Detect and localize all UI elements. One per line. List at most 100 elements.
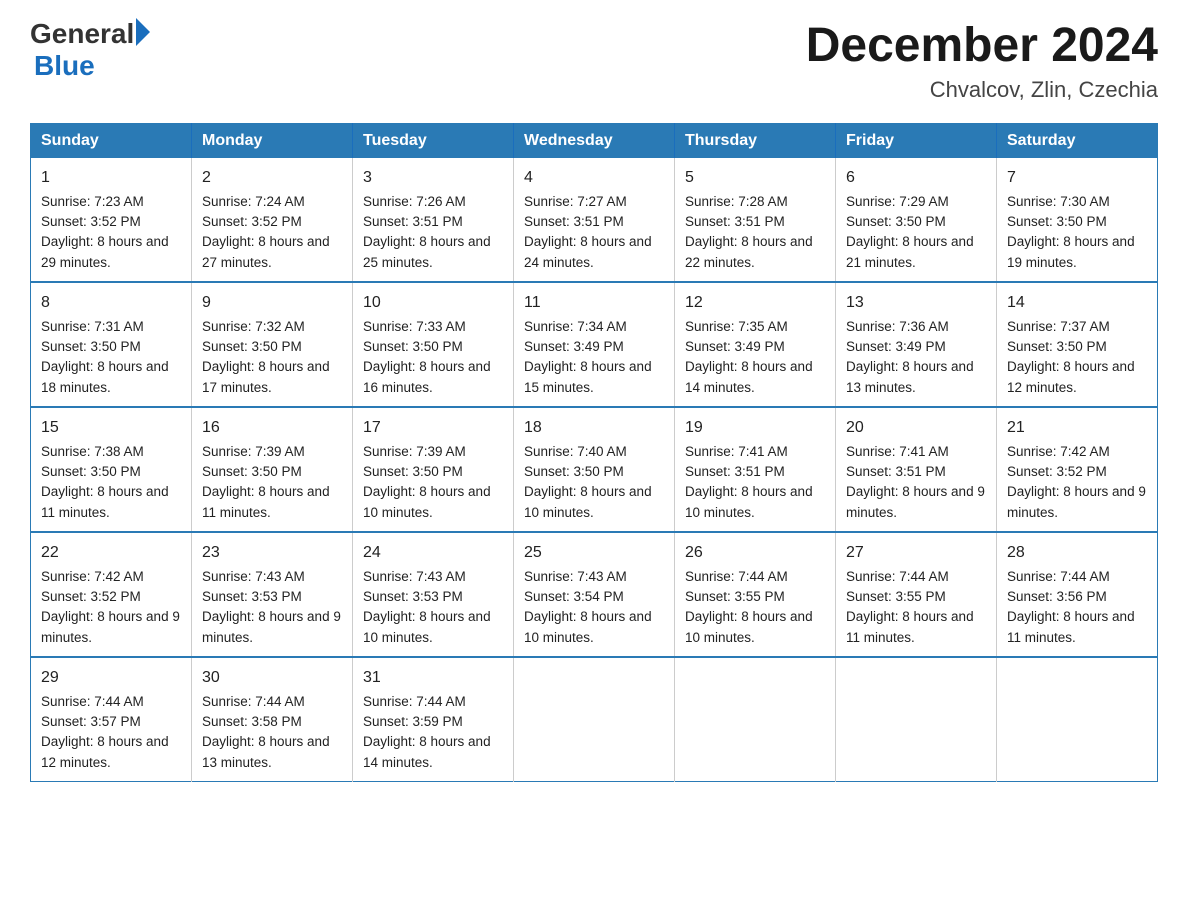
day-number: 29 bbox=[41, 666, 181, 690]
daylight-label: Daylight: 8 hours and 9 minutes. bbox=[1007, 484, 1146, 519]
calendar-cell bbox=[675, 657, 836, 782]
sunset-label: Sunset: 3:56 PM bbox=[1007, 589, 1107, 604]
calendar-cell: 26Sunrise: 7:44 AMSunset: 3:55 PMDayligh… bbox=[675, 532, 836, 657]
daylight-label: Daylight: 8 hours and 10 minutes. bbox=[363, 609, 491, 644]
sunset-label: Sunset: 3:50 PM bbox=[41, 464, 141, 479]
sunset-label: Sunset: 3:51 PM bbox=[685, 464, 785, 479]
sunset-label: Sunset: 3:50 PM bbox=[41, 339, 141, 354]
daylight-label: Daylight: 8 hours and 15 minutes. bbox=[524, 359, 652, 394]
calendar-header-wednesday: Wednesday bbox=[514, 123, 675, 158]
calendar-week-row: 1Sunrise: 7:23 AMSunset: 3:52 PMDaylight… bbox=[31, 158, 1158, 282]
calendar-cell: 25Sunrise: 7:43 AMSunset: 3:54 PMDayligh… bbox=[514, 532, 675, 657]
sunrise-label: Sunrise: 7:24 AM bbox=[202, 194, 305, 209]
calendar-week-row: 15 Sunrise: 7:38 AM Sunset: 3:50 PM Dayligh… bbox=[31, 407, 1158, 532]
sunrise-label: Sunrise: 7:28 AM bbox=[685, 194, 788, 209]
sunset-label: Sunset: 3:51 PM bbox=[363, 214, 463, 229]
sunset-label: Sunset: 3:49 PM bbox=[685, 339, 785, 354]
day-number: 21 bbox=[1007, 416, 1147, 440]
sunset-label: Sunset: 3:50 PM bbox=[363, 339, 463, 354]
day-number: 19 bbox=[685, 416, 825, 440]
sunset-label: Sunset: 3:50 PM bbox=[202, 339, 302, 354]
sunrise-label: Sunrise: 7:44 AM bbox=[41, 694, 144, 709]
calendar-cell: 12Sunrise: 7:35 AMSunset: 3:49 PMDayligh… bbox=[675, 282, 836, 407]
calendar-cell bbox=[836, 657, 997, 782]
calendar-cell: 27Sunrise: 7:44 AMSunset: 3:55 PMDayligh… bbox=[836, 532, 997, 657]
day-number: 16 bbox=[202, 416, 342, 440]
calendar-cell: 9Sunrise: 7:32 AMSunset: 3:50 PMDaylight… bbox=[192, 282, 353, 407]
sunrise-label: Sunrise: 7:33 AM bbox=[363, 319, 466, 334]
sunrise-label: Sunrise: 7:41 AM bbox=[685, 444, 788, 459]
day-number: 20 bbox=[846, 416, 986, 440]
sunrise-label: Sunrise: 7:43 AM bbox=[363, 569, 466, 584]
sunrise-label: Sunrise: 7:35 AM bbox=[685, 319, 788, 334]
daylight-label: Daylight: 8 hours and 29 minutes. bbox=[41, 234, 169, 269]
sunrise-label: Sunrise: 7:42 AM bbox=[1007, 444, 1110, 459]
logo-arrow-icon bbox=[136, 18, 150, 46]
calendar-cell: 19 Sunrise: 7:41 AM Sunset: 3:51 PM Dayligh… bbox=[675, 407, 836, 532]
day-number: 15 bbox=[41, 416, 181, 440]
sunset-label: Sunset: 3:52 PM bbox=[41, 589, 141, 604]
daylight-label: Daylight: 8 hours and 11 minutes. bbox=[41, 484, 169, 519]
logo-general-text: General bbox=[30, 20, 134, 48]
daylight-label: Daylight: 8 hours and 21 minutes. bbox=[846, 234, 974, 269]
sunset-label: Sunset: 3:50 PM bbox=[846, 214, 946, 229]
daylight-label: Daylight: 8 hours and 25 minutes. bbox=[363, 234, 491, 269]
day-number: 4 bbox=[524, 166, 664, 190]
calendar-cell: 14Sunrise: 7:37 AMSunset: 3:50 PMDayligh… bbox=[997, 282, 1158, 407]
sunset-label: Sunset: 3:55 PM bbox=[685, 589, 785, 604]
logo: General Blue bbox=[30, 20, 150, 82]
sunset-label: Sunset: 3:50 PM bbox=[524, 464, 624, 479]
sunset-label: Sunset: 3:52 PM bbox=[41, 214, 141, 229]
sunrise-label: Sunrise: 7:23 AM bbox=[41, 194, 144, 209]
sunrise-label: Sunrise: 7:26 AM bbox=[363, 194, 466, 209]
daylight-label: Daylight: 8 hours and 10 minutes. bbox=[685, 484, 813, 519]
day-number: 30 bbox=[202, 666, 342, 690]
daylight-label: Daylight: 8 hours and 19 minutes. bbox=[1007, 234, 1135, 269]
sunset-label: Sunset: 3:52 PM bbox=[202, 214, 302, 229]
calendar-cell: 29Sunrise: 7:44 AMSunset: 3:57 PMDayligh… bbox=[31, 657, 192, 782]
calendar-cell: 5Sunrise: 7:28 AMSunset: 3:51 PMDaylight… bbox=[675, 158, 836, 282]
sunrise-label: Sunrise: 7:36 AM bbox=[846, 319, 949, 334]
calendar-cell: 1Sunrise: 7:23 AMSunset: 3:52 PMDaylight… bbox=[31, 158, 192, 282]
calendar-header-friday: Friday bbox=[836, 123, 997, 158]
daylight-label: Daylight: 8 hours and 17 minutes. bbox=[202, 359, 330, 394]
day-number: 17 bbox=[363, 416, 503, 440]
daylight-label: Daylight: 8 hours and 11 minutes. bbox=[846, 609, 974, 644]
day-number: 10 bbox=[363, 291, 503, 315]
sunrise-label: Sunrise: 7:38 AM bbox=[41, 444, 144, 459]
calendar-cell: 22 Sunrise: 7:42 AM Sunset: 3:52 PM Dayligh… bbox=[31, 532, 192, 657]
sunrise-label: Sunrise: 7:40 AM bbox=[524, 444, 627, 459]
title-section: December 2024 Chvalcov, Zlin, Czechia bbox=[806, 20, 1158, 103]
daylight-label: Daylight: 8 hours and 9 minutes. bbox=[41, 609, 180, 644]
calendar-cell: 17Sunrise: 7:39 AMSunset: 3:50 PMDayligh… bbox=[353, 407, 514, 532]
calendar-cell: 11Sunrise: 7:34 AMSunset: 3:49 PMDayligh… bbox=[514, 282, 675, 407]
sunrise-label: Sunrise: 7:44 AM bbox=[685, 569, 788, 584]
sunrise-label: Sunrise: 7:37 AM bbox=[1007, 319, 1110, 334]
sunrise-label: Sunrise: 7:41 AM bbox=[846, 444, 949, 459]
calendar-cell: 2Sunrise: 7:24 AMSunset: 3:52 PMDaylight… bbox=[192, 158, 353, 282]
logo-blue-text: Blue bbox=[30, 50, 95, 82]
daylight-label: Daylight: 8 hours and 14 minutes. bbox=[685, 359, 813, 394]
day-number: 18 bbox=[524, 416, 664, 440]
calendar-cell: 31Sunrise: 7:44 AMSunset: 3:59 PMDayligh… bbox=[353, 657, 514, 782]
day-number: 24 bbox=[363, 541, 503, 565]
daylight-label: Daylight: 8 hours and 9 minutes. bbox=[846, 484, 985, 519]
sunrise-label: Sunrise: 7:39 AM bbox=[363, 444, 466, 459]
sunrise-label: Sunrise: 7:42 AM bbox=[41, 569, 144, 584]
daylight-label: Daylight: 8 hours and 22 minutes. bbox=[685, 234, 813, 269]
daylight-label: Daylight: 8 hours and 11 minutes. bbox=[1007, 609, 1135, 644]
sunset-label: Sunset: 3:50 PM bbox=[363, 464, 463, 479]
day-number: 22 bbox=[41, 541, 181, 565]
sunset-label: Sunset: 3:58 PM bbox=[202, 714, 302, 729]
calendar-cell: 18 Sunrise: 7:40 AM Sunset: 3:50 PM Dayligh… bbox=[514, 407, 675, 532]
daylight-label: Daylight: 8 hours and 13 minutes. bbox=[846, 359, 974, 394]
sunset-label: Sunset: 3:54 PM bbox=[524, 589, 624, 604]
daylight-label: Daylight: 8 hours and 10 minutes. bbox=[524, 484, 652, 519]
calendar-header-saturday: Saturday bbox=[997, 123, 1158, 158]
sunset-label: Sunset: 3:51 PM bbox=[524, 214, 624, 229]
daylight-label: Daylight: 8 hours and 16 minutes. bbox=[363, 359, 491, 394]
sunrise-label: Sunrise: 7:27 AM bbox=[524, 194, 627, 209]
sunrise-label: Sunrise: 7:44 AM bbox=[363, 694, 466, 709]
day-number: 25 bbox=[524, 541, 664, 565]
calendar-cell: 28Sunrise: 7:44 AMSunset: 3:56 PMDayligh… bbox=[997, 532, 1158, 657]
